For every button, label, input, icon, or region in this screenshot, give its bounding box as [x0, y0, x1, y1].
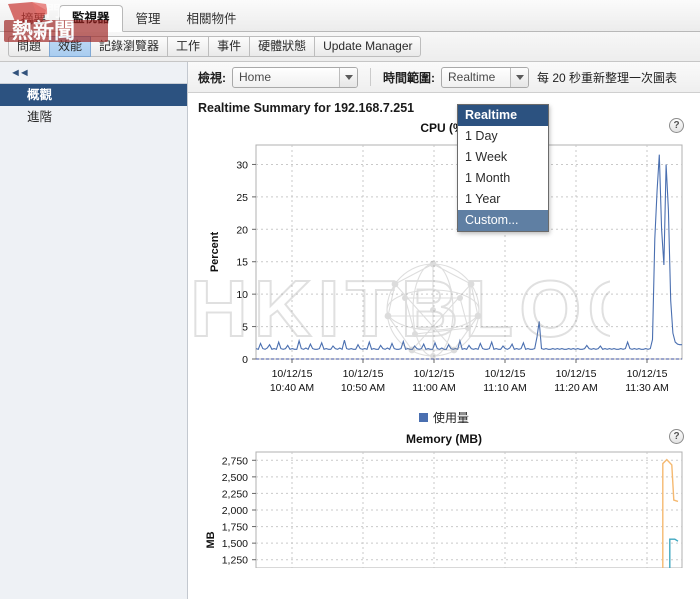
subtab-tasks[interactable]: 工作 — [167, 36, 210, 57]
cpu-chart-header: CPU (%) ? — [194, 115, 694, 137]
subtab-events-label: 事件 — [217, 39, 242, 53]
subtab-performance-label: 效能 — [58, 39, 83, 53]
dropdown-option-1-week[interactable]: 1 Week — [458, 147, 548, 168]
subtab-issues-label: 問題 — [17, 39, 42, 53]
cpu-xtick-date: 10/12/15 — [556, 368, 597, 380]
memory-ytick-label: 1,500 — [222, 538, 248, 550]
subtab-hardware-status-label: 硬體狀態 — [258, 39, 307, 53]
subtab-events[interactable]: 事件 — [208, 36, 251, 57]
sidebar-collapse-row: ◄◄ — [0, 62, 187, 84]
cpu-ytick-label: 0 — [242, 354, 248, 366]
time-range-dropdown-menu[interactable]: Realtime 1 Day 1 Week 1 Month 1 Year Custom..… — [457, 104, 549, 232]
tab-related-objects-label: 相關物件 — [186, 12, 237, 26]
cpu-xtick-time: 11:00 AM — [412, 382, 456, 394]
help-icon[interactable]: ? — [669, 118, 684, 133]
cpu-xtick-date: 10/12/15 — [485, 368, 526, 380]
tab-summary-label: 摘要 — [21, 12, 47, 26]
memory-plot-area — [255, 451, 683, 569]
cpu-xtick-time: 11:30 AM — [625, 382, 669, 394]
cpu-ytick-label: 25 — [236, 192, 248, 204]
memory-ytick-label: 2,500 — [222, 472, 248, 484]
memory-ytick-label: 2,000 — [222, 505, 248, 517]
cpu-plot: 0 5 10 15 20 25 30 10/12/15 10:40 AM 10/12/15 10:5… — [194, 137, 694, 405]
time-range-select[interactable]: Realtime — [441, 66, 529, 88]
tab-summary[interactable]: 摘要 — [8, 6, 59, 32]
cpu-xtick-time: 11:20 AM — [554, 382, 598, 394]
subtab-log-browser[interactable]: 記錄瀏覽器 — [90, 36, 169, 57]
cpu-xtick-time: 10:40 AM — [270, 382, 314, 394]
main-body: ◄◄ 概觀 進階 檢視: Home 時間範圍: Realtime 每 20 秒重… — [0, 62, 700, 599]
dropdown-option-realtime[interactable]: Realtime — [458, 105, 548, 126]
subtab-hardware-status[interactable]: 硬體狀態 — [249, 36, 316, 57]
view-label: 檢視: — [198, 70, 226, 85]
subtab-update-manager-label: Update Manager — [323, 39, 413, 53]
refresh-interval-note: 每 20 秒重新整理一次圖表 — [537, 70, 678, 85]
cpu-ytick-label: 20 — [236, 224, 248, 236]
view-select[interactable]: Home — [232, 66, 358, 88]
tab-monitor-label: 監視器 — [72, 11, 110, 25]
toolbar-divider — [370, 68, 371, 86]
cpu-xtick-date: 10/12/15 — [414, 368, 455, 380]
cpu-plot-svg: 0 5 10 15 20 25 30 10/12/15 10:40 AM 10/12/15 10:5… — [209, 144, 683, 394]
tab-related-objects[interactable]: 相關物件 — [174, 6, 250, 32]
dropdown-option-1-year[interactable]: 1 Year — [458, 189, 548, 210]
memory-ytick-label: 1,750 — [222, 522, 248, 534]
memory-ytick-label: 2,250 — [222, 488, 248, 500]
cpu-ytick-label: 10 — [236, 289, 248, 301]
memory-yaxis-title: MB — [205, 531, 217, 548]
content-pane: 檢視: Home 時間範圍: Realtime 每 20 秒重新整理一次圖表 R… — [188, 62, 700, 599]
cpu-chart-block: CPU (%) ? 0 5 10 15 20 25 30 10/12/15 10:40 AM 10… — [188, 115, 700, 426]
memory-chart-title: Memory (MB) — [405, 432, 482, 446]
time-range-select-value: Realtime — [448, 69, 496, 84]
memory-ytick-label: 2,750 — [222, 455, 248, 467]
subtab-update-manager[interactable]: Update Manager — [314, 36, 422, 57]
cpu-xtick-time: 10:50 AM — [341, 382, 385, 394]
chevron-down-icon — [510, 67, 528, 87]
cpu-xtick-date: 10/12/15 — [272, 368, 313, 380]
summary-heading: Realtime Summary for 192.168.7.251 — [198, 101, 415, 115]
cpu-ytick-label: 5 — [242, 322, 248, 334]
subtab-performance[interactable]: 效能 — [49, 36, 92, 57]
tab-monitor[interactable]: 監視器 — [59, 5, 123, 32]
tab-manage-label: 管理 — [135, 12, 161, 26]
secondary-tab-bar: 問題 效能 記錄瀏覽器 工作 事件 硬體狀態 Update Manager — [0, 32, 700, 62]
collapse-panel-icon[interactable]: ◄◄ — [10, 67, 30, 78]
cpu-xtick-date: 10/12/15 — [627, 368, 668, 380]
dropdown-option-1-day[interactable]: 1 Day — [458, 126, 548, 147]
sidebar-item-advanced-label: 進階 — [27, 110, 53, 124]
cpu-ytick-label: 30 — [236, 159, 248, 171]
tab-manage[interactable]: 管理 — [123, 6, 174, 32]
sidebar-item-overview-label: 概觀 — [27, 88, 53, 102]
chart-control-bar: 檢視: Home 時間範圍: Realtime 每 20 秒重新整理一次圖表 — [188, 62, 700, 93]
chevron-down-icon — [339, 67, 357, 87]
cpu-ytick-label: 15 — [236, 257, 248, 269]
subtab-issues[interactable]: 問題 — [8, 36, 51, 57]
memory-chart-header: Memory (MB) ? — [194, 426, 694, 448]
cpu-legend: 使用量 — [194, 405, 694, 426]
memory-ytick-label: 1,250 — [222, 555, 248, 567]
view-select-value: Home — [239, 69, 272, 84]
sidebar-item-overview[interactable]: 概觀 — [0, 84, 187, 106]
cpu-legend-label: 使用量 — [432, 411, 469, 425]
memory-plot-svg: 1,250 1,500 1,750 2,000 2,250 2,500 2,750 MB — [205, 451, 683, 599]
primary-tab-bar: 摘要 監視器 管理 相關物件 — [0, 0, 700, 32]
subtab-log-browser-label: 記錄瀏覽器 — [99, 39, 160, 53]
sidebar-item-advanced[interactable]: 進階 — [0, 106, 187, 128]
help-icon[interactable]: ? — [669, 429, 684, 444]
dropdown-option-1-month[interactable]: 1 Month — [458, 168, 548, 189]
cpu-xtick-time: 11:10 AM — [483, 382, 527, 394]
cpu-xtick-date: 10/12/15 — [343, 368, 384, 380]
time-range-label: 時間範圍: — [383, 70, 435, 85]
memory-plot: 1,250 1,500 1,750 2,000 2,250 2,500 2,750 MB — [194, 448, 694, 599]
cpu-legend-swatch — [418, 413, 428, 422]
memory-chart-block: Memory (MB) ? 1,250 1,500 1,750 2,000 2,250 2… — [188, 426, 700, 599]
subtab-tasks-label: 工作 — [176, 39, 201, 53]
vsphere-monitor-window: 摘要 監視器 管理 相關物件 問題 效能 記錄瀏覽器 工作 事件 硬體狀態 Up… — [0, 0, 700, 599]
cpu-yaxis-title: Percent — [209, 231, 221, 272]
left-sidebar: ◄◄ 概觀 進階 — [0, 62, 188, 599]
dropdown-option-custom[interactable]: Custom... — [458, 210, 548, 231]
